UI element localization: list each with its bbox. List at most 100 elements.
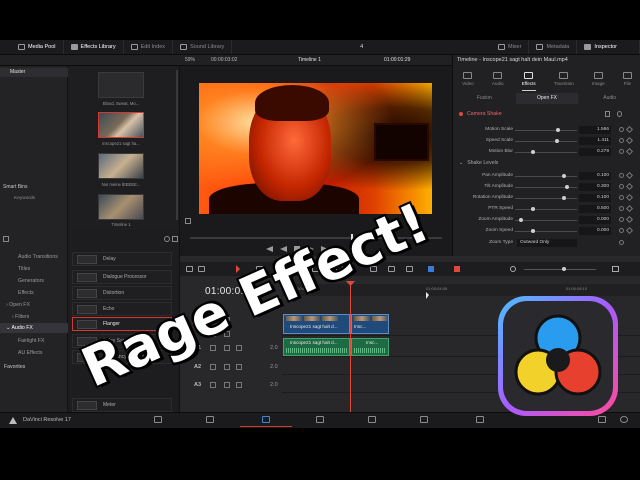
keyframe-icon[interactable]: [625, 182, 634, 191]
param-slider[interactable]: [515, 198, 577, 199]
tree-au-effects[interactable]: AU Effects: [18, 350, 42, 356]
reset-icon[interactable]: [619, 195, 624, 200]
zoom-type-dropdown[interactable]: Outward Only: [517, 239, 577, 247]
param-slider[interactable]: [515, 220, 577, 221]
param-value-field[interactable]: 0.300: [579, 183, 611, 191]
param-slider[interactable]: [515, 231, 577, 232]
speaker-icon[interactable]: [612, 266, 619, 272]
param-slider[interactable]: [515, 176, 577, 177]
marker-icon[interactable]: [454, 266, 460, 272]
reset-icon[interactable]: [619, 240, 624, 245]
param-slider-knob[interactable]: [555, 139, 559, 143]
mixer-tab[interactable]: Mixer: [491, 40, 530, 54]
tab-transition[interactable]: Transition: [554, 69, 574, 91]
zoom-slider[interactable]: [524, 269, 596, 270]
fusion-page-icon[interactable]: [316, 416, 324, 423]
effects-library-tab[interactable]: Effects Library: [64, 40, 124, 54]
shake-levels-header[interactable]: ⌄ Shake Levels: [459, 160, 498, 166]
clip-thumbnail-selected[interactable]: [98, 112, 144, 138]
options-icon[interactable]: [172, 236, 178, 242]
keywords-bin[interactable]: Keywords: [14, 196, 35, 201]
keyframe-icon[interactable]: [625, 147, 634, 156]
zoom-out-icon[interactable]: [510, 266, 516, 272]
keyframe-icon[interactable]: [625, 125, 634, 134]
tree-generators[interactable]: Generators: [18, 278, 44, 284]
keyframe-icon[interactable]: [625, 204, 634, 213]
effect-header[interactable]: Camera Shake: [459, 111, 502, 117]
param-slider[interactable]: [515, 209, 577, 210]
fairlight-page-icon[interactable]: [420, 416, 428, 423]
zoom-level[interactable]: 59%: [185, 57, 195, 63]
media-pool-tab[interactable]: Media Pool: [0, 40, 64, 54]
favorites-label[interactable]: Favorites: [4, 364, 25, 370]
track-solo-icon[interactable]: [224, 382, 230, 388]
keyframe-icon[interactable]: [625, 171, 634, 180]
reset-effect-icon[interactable]: [617, 111, 622, 117]
reset-icon[interactable]: [619, 206, 624, 211]
fx-delay[interactable]: Delay: [72, 252, 172, 266]
tab-audio[interactable]: Audio: [492, 69, 504, 91]
keyframe-icon[interactable]: [625, 193, 634, 202]
tree-titles[interactable]: Titles: [18, 266, 30, 272]
effect-enable-icon[interactable]: [459, 112, 463, 116]
reset-icon[interactable]: [619, 217, 624, 222]
param-slider-knob[interactable]: [531, 150, 535, 154]
keyframe-icon[interactable]: [625, 215, 634, 224]
clip-thumbnail[interactable]: [98, 153, 144, 179]
param-value-field[interactable]: 0.000: [579, 227, 611, 235]
param-slider-knob[interactable]: [564, 185, 569, 189]
tree-audio-fx-row[interactable]: ⌄ Audio FX: [0, 323, 68, 333]
subtab-fusion[interactable]: Fusion: [453, 93, 516, 104]
reset-icon[interactable]: [619, 173, 624, 178]
tree-fairlight-fx[interactable]: Fairlight FX: [18, 338, 45, 344]
param-value-field[interactable]: 0.100: [579, 172, 611, 180]
track-lock-icon[interactable]: [210, 382, 216, 388]
audio-clip[interactable]: Insc...: [351, 338, 389, 356]
param-slider-knob[interactable]: [556, 128, 561, 132]
master-bin[interactable]: Master: [0, 68, 68, 77]
param-slider-knob[interactable]: [531, 229, 535, 233]
search-icon[interactable]: [164, 236, 170, 242]
timeline-thumbnail[interactable]: [98, 194, 144, 220]
deliver-page-icon[interactable]: [476, 416, 484, 423]
param-slider[interactable]: [515, 130, 577, 131]
video-clip[interactable]: Insc...: [351, 314, 389, 334]
param-slider-knob[interactable]: [562, 196, 567, 200]
tree-filters[interactable]: › Filters: [12, 314, 29, 320]
subtab-open-fx[interactable]: Open FX: [515, 93, 579, 104]
param-slider-knob[interactable]: [562, 174, 567, 178]
param-value-field[interactable]: 0.000: [579, 216, 611, 224]
inspector-tab[interactable]: Inspector: [577, 40, 640, 54]
zoom-slider-knob[interactable]: [562, 267, 566, 271]
keyframe-icon[interactable]: [625, 226, 634, 235]
thumbnail-scrollbar[interactable]: [176, 70, 178, 220]
tab-file[interactable]: File: [622, 69, 632, 91]
color-page-icon[interactable]: [368, 416, 376, 423]
edit-page-icon[interactable]: [262, 416, 270, 423]
delete-effect-icon[interactable]: [605, 111, 610, 117]
tab-video[interactable]: Video: [462, 69, 474, 91]
reset-icon[interactable]: [619, 184, 624, 189]
param-slider[interactable]: [515, 141, 577, 142]
tab-effects[interactable]: Effects: [521, 69, 536, 91]
reset-icon[interactable]: [619, 127, 624, 132]
param-value-field[interactable]: 0.500: [579, 205, 611, 213]
keyframe-icon[interactable]: [625, 136, 634, 145]
edit-index-tab[interactable]: Edit Index: [124, 40, 174, 54]
reset-icon[interactable]: [619, 138, 624, 143]
timeline-name[interactable]: Timeline 1: [298, 57, 321, 63]
tree-audio-transitions[interactable]: Audio Transitions: [18, 254, 58, 260]
sound-library-tab[interactable]: Sound Library: [173, 40, 233, 54]
param-slider[interactable]: [515, 152, 577, 153]
reset-icon[interactable]: [619, 149, 624, 154]
param-value-field[interactable]: 1.566: [579, 126, 611, 134]
param-value-field[interactable]: 0.100: [579, 194, 611, 202]
param-value-field[interactable]: 0.279: [579, 148, 611, 156]
tab-image[interactable]: Image: [592, 69, 605, 91]
metadata-tab[interactable]: Metadata: [529, 40, 578, 54]
media-page-icon[interactable]: [154, 416, 162, 423]
track-mute-icon[interactable]: [236, 382, 242, 388]
reset-icon[interactable]: [619, 228, 624, 233]
param-slider-knob[interactable]: [531, 207, 535, 211]
tree-effects[interactable]: Effects: [18, 290, 34, 296]
